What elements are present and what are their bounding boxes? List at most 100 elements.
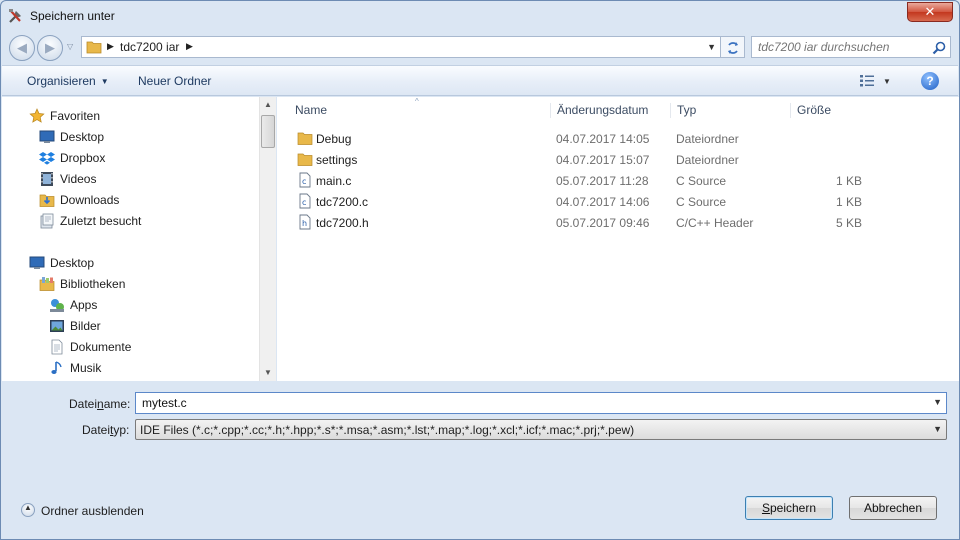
sidebar-item-label: Downloads bbox=[60, 193, 120, 207]
file-name: settings bbox=[316, 153, 358, 167]
sidebar-item-label: Zuletzt besucht bbox=[60, 214, 142, 228]
sidebar-item-label: Desktop bbox=[50, 256, 95, 270]
address-history-chevron-down-icon[interactable]: ▼ bbox=[707, 42, 716, 52]
file-type: C Source bbox=[676, 174, 727, 188]
hide-folders-label[interactable]: Ordner ausblenden bbox=[41, 504, 144, 518]
c-source-file-icon: c bbox=[299, 193, 311, 209]
filetype-selected-value: IDE Files (*.c;*.cpp;*.cc;*.h;*.hpp;*.s*… bbox=[140, 423, 635, 437]
refresh-button[interactable] bbox=[721, 36, 745, 58]
chevron-down-icon: ▼ bbox=[100, 77, 109, 86]
forward-button[interactable]: ▶ bbox=[37, 35, 63, 61]
chevron-down-icon[interactable]: ▼ bbox=[933, 397, 942, 407]
filetype-label-part: Datei bbox=[82, 423, 111, 437]
recent-places-icon bbox=[40, 213, 54, 229]
sidebar-item-label: Dropbox bbox=[60, 151, 106, 165]
column-header-size[interactable]: Größe bbox=[790, 103, 870, 118]
dropbox-icon bbox=[39, 152, 55, 165]
pictures-icon bbox=[50, 320, 64, 332]
search-input[interactable] bbox=[756, 39, 926, 55]
scroll-up-icon[interactable]: ▲ bbox=[260, 97, 276, 113]
file-row-tdc7200-h[interactable]: h tdc7200.h 05.07.2017 09:46 C/C++ Heade… bbox=[277, 212, 959, 233]
save-label: peichern bbox=[769, 501, 817, 515]
breadcrumb-separator-icon[interactable]: ▶ bbox=[186, 41, 193, 52]
file-type: C Source bbox=[676, 195, 727, 209]
filetype-label-part: yp: bbox=[113, 423, 130, 437]
file-row-main-c[interactable]: c main.c 05.07.2017 11:28 C Source 1 KB bbox=[277, 170, 959, 191]
help-icon[interactable]: ? bbox=[921, 72, 939, 90]
title-bar[interactable]: Speichern unter ✕ bbox=[1, 1, 959, 31]
back-button[interactable]: ◀ bbox=[9, 35, 35, 61]
breadcrumb-separator-icon[interactable]: ▶ bbox=[107, 41, 114, 52]
filename-combobox[interactable]: ▼ bbox=[135, 392, 947, 414]
window-title: Speichern unter bbox=[30, 9, 115, 23]
address-bar[interactable]: ▶ tdc7200 iar ▶ ▼ bbox=[81, 36, 721, 58]
cancel-button[interactable]: Abbrechen bbox=[849, 496, 937, 520]
file-name: Debug bbox=[316, 132, 352, 146]
apps-icon bbox=[50, 299, 64, 312]
file-list: ^ Name Änderungsdatum Typ Größe Debug 04… bbox=[277, 97, 959, 381]
videos-icon bbox=[41, 172, 53, 186]
column-header-name[interactable]: Name bbox=[289, 103, 549, 118]
documents-icon bbox=[51, 339, 63, 355]
save-label-accesskey: S bbox=[761, 501, 770, 515]
refresh-icon bbox=[728, 42, 738, 54]
new-folder-button[interactable]: Neuer Ordner bbox=[138, 74, 211, 88]
file-date: 04.07.2017 14:06 bbox=[556, 195, 650, 209]
desktop-icon bbox=[39, 130, 55, 143]
save-button[interactable]: Speichern bbox=[745, 496, 833, 520]
navigation-pane-scrollbar[interactable]: ▲ ▼ bbox=[259, 97, 276, 381]
libraries-icon bbox=[39, 277, 55, 291]
sidebar-item-label: Dokumente bbox=[70, 340, 132, 354]
chevron-down-icon[interactable]: ▼ bbox=[933, 424, 942, 434]
hide-folders-toggle[interactable]: ▲ bbox=[21, 503, 35, 517]
sidebar-item-label: Bibliotheken bbox=[60, 277, 126, 291]
search-icon[interactable] bbox=[931, 40, 947, 56]
file-date: 04.07.2017 15:07 bbox=[556, 153, 650, 167]
sidebar-item-label: Desktop bbox=[60, 130, 105, 144]
chevron-up-icon: ▲ bbox=[24, 503, 32, 512]
navigation-pane: Favoriten Desktop Dropbox Videos Downloa… bbox=[2, 97, 259, 381]
desktop-icon bbox=[29, 256, 45, 269]
tools-icon bbox=[9, 9, 21, 23]
view-options-chevron-down-icon[interactable]: ▼ bbox=[883, 77, 891, 86]
file-name: tdc7200.h bbox=[316, 216, 369, 230]
breadcrumb-folder[interactable]: tdc7200 iar bbox=[120, 40, 179, 54]
filename-label-accesskey: n bbox=[97, 397, 104, 411]
file-size: 1 KB bbox=[835, 174, 862, 188]
scrollbar-thumb[interactable] bbox=[261, 115, 275, 148]
filename-input[interactable] bbox=[140, 395, 920, 411]
folder-icon bbox=[297, 153, 313, 166]
downloads-icon bbox=[39, 194, 55, 207]
filetype-label: Dateityp: bbox=[82, 423, 129, 437]
c-source-file-icon: c bbox=[299, 172, 311, 188]
sidebar-item-label: Musik bbox=[70, 361, 102, 375]
organize-button[interactable]: Organisieren ▼ bbox=[27, 74, 109, 88]
file-row-settings[interactable]: settings 04.07.2017 15:07 Dateiordner bbox=[277, 149, 959, 170]
header-file-icon: h bbox=[299, 214, 311, 230]
column-header-type[interactable]: Typ bbox=[670, 103, 790, 118]
file-row-debug[interactable]: Debug 04.07.2017 14:05 Dateiordner bbox=[277, 128, 959, 149]
search-box[interactable] bbox=[751, 36, 951, 58]
sidebar-item-label: Apps bbox=[70, 298, 98, 312]
column-header-date[interactable]: Änderungsdatum bbox=[550, 103, 670, 118]
file-size: 1 KB bbox=[835, 195, 862, 209]
folder-icon bbox=[297, 132, 313, 145]
filetype-select[interactable]: IDE Files (*.c;*.cpp;*.cc;*.h;*.hpp;*.s*… bbox=[135, 419, 947, 440]
svg-text:c: c bbox=[302, 198, 306, 207]
scroll-down-icon[interactable]: ▼ bbox=[260, 365, 276, 381]
star-icon bbox=[29, 108, 45, 123]
recent-locations-chevron-down-icon[interactable]: ▽ bbox=[67, 42, 73, 51]
svg-text:h: h bbox=[302, 219, 307, 228]
filename-label: Dateiname: bbox=[69, 397, 130, 411]
filename-label-part: ame: bbox=[103, 397, 131, 411]
file-type: Dateiordner bbox=[676, 132, 739, 146]
file-type: C/C++ Header bbox=[676, 216, 754, 230]
change-view-icon[interactable] bbox=[859, 74, 875, 88]
navigation-bar: ◀ ▶ ▽ ▶ tdc7200 iar ▶ ▼ bbox=[9, 33, 953, 61]
file-row-tdc7200-c[interactable]: c tdc7200.c 04.07.2017 14:06 C Source 1 … bbox=[277, 191, 959, 212]
file-type: Dateiordner bbox=[676, 153, 739, 167]
save-as-dialog: Speichern unter ✕ ◀ ▶ ▽ ▶ tdc7200 iar ▶ … bbox=[0, 0, 960, 540]
close-button[interactable]: ✕ bbox=[907, 2, 953, 22]
sidebar-item-label: Bilder bbox=[70, 319, 101, 333]
file-name: tdc7200.c bbox=[316, 195, 369, 209]
